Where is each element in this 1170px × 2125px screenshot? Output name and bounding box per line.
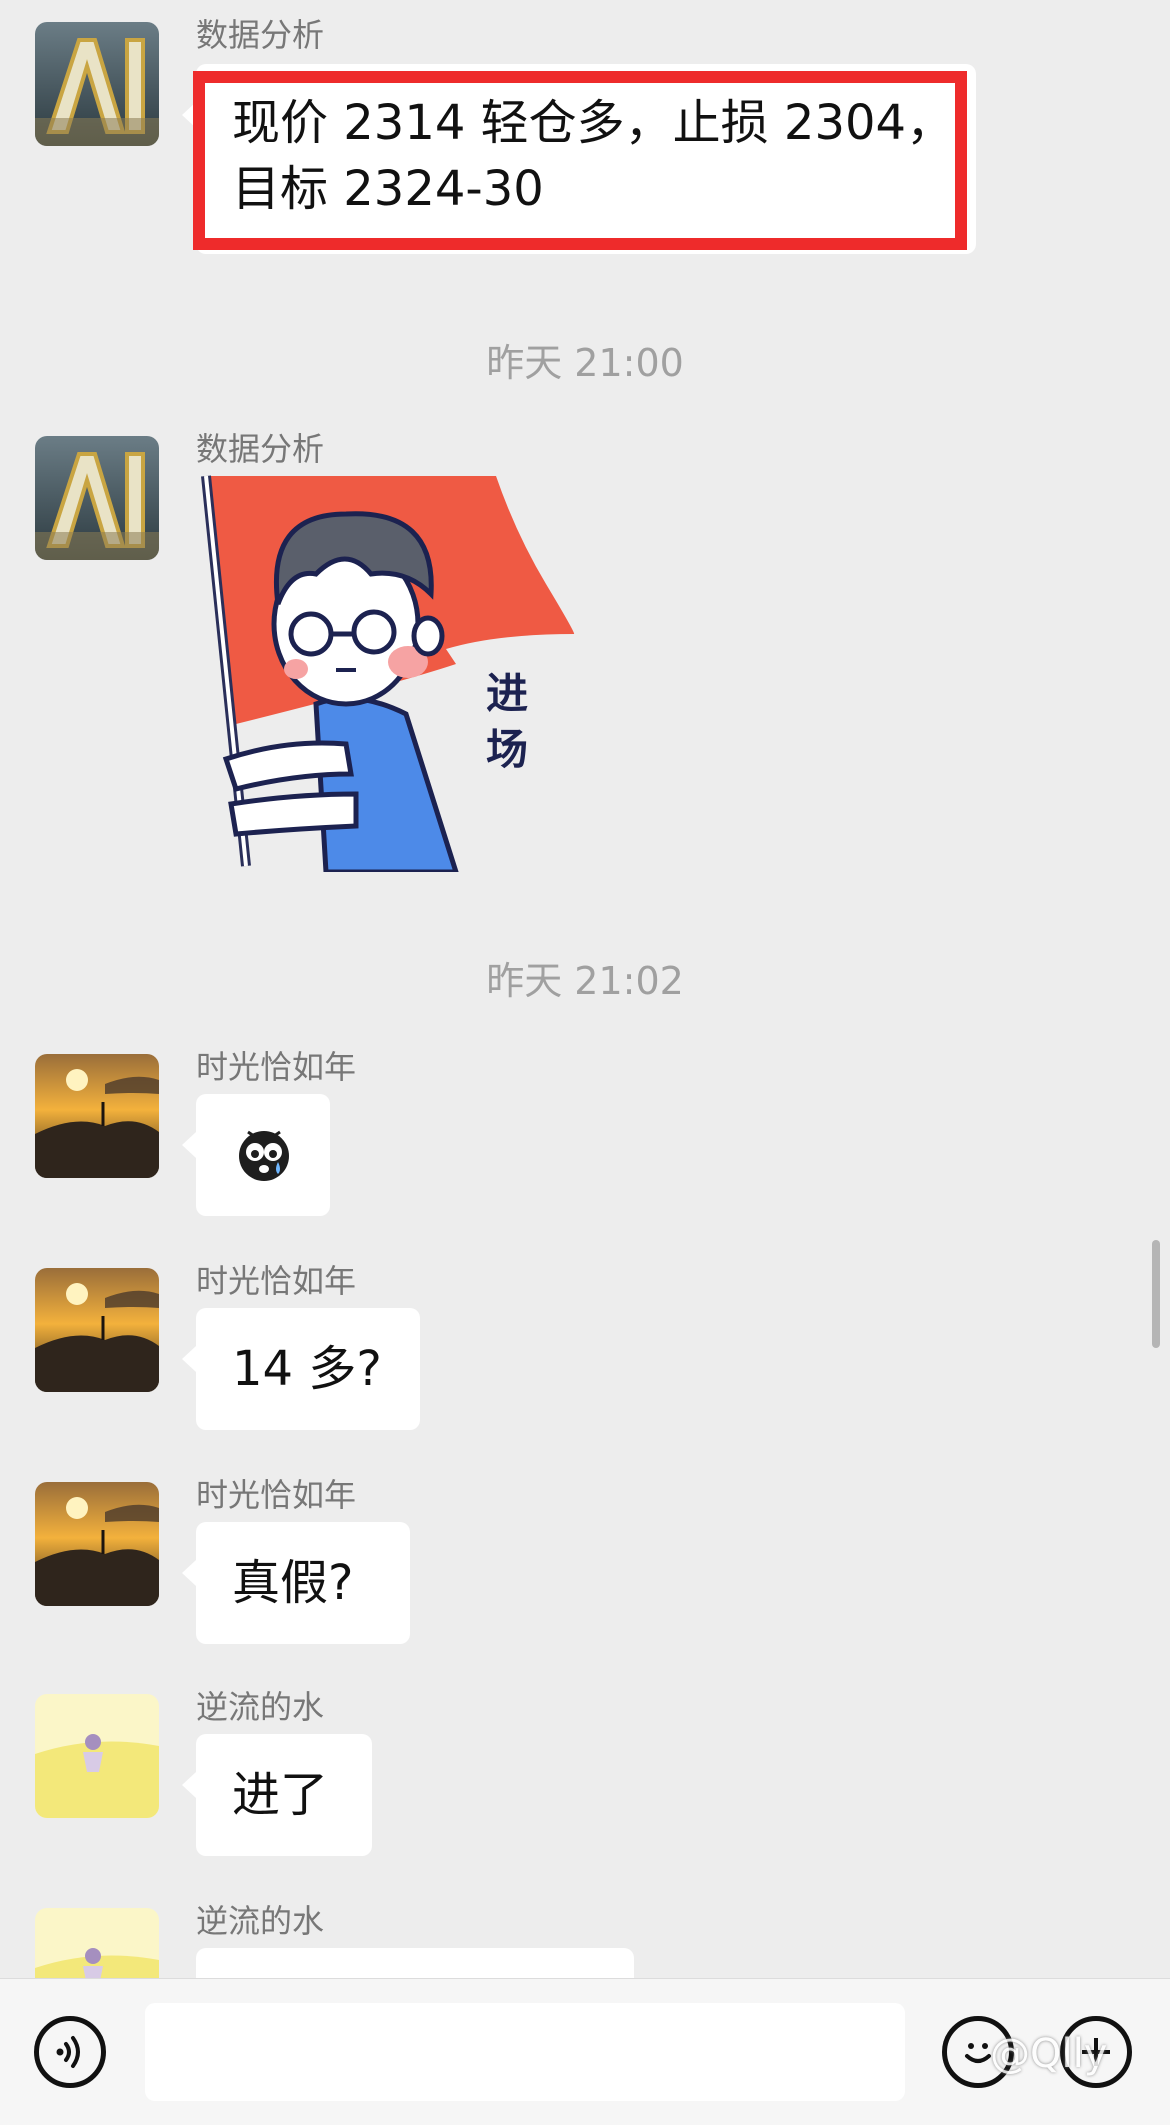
sunset-mountain-avatar-icon [35,1482,159,1606]
message-bubble[interactable]: 真假? [182,1522,410,1644]
chat-area[interactable]: 数据分析 现价 2314 轻仓多，止损 2304， 目标 2324-30 昨天 … [0,0,1170,1978]
sender-name: 时光恰如年 [196,1476,357,1514]
crying-face-icon [239,1130,289,1181]
voice-icon [56,2036,80,2068]
message-bubble[interactable] [196,1948,634,1978]
message-text: 真假? [232,1555,354,1611]
message-bubble[interactable]: 14 多? [182,1308,420,1430]
ai-logo-avatar-icon [35,436,159,560]
scrollbar[interactable] [1152,1240,1160,1348]
avatar[interactable] [35,1694,159,1818]
yellow-field-avatar-icon [35,1694,159,1818]
avatar[interactable] [35,1268,159,1392]
voice-button[interactable] [34,2016,106,2088]
message-text-line: 现价 2314 轻仓多，止损 2304， [232,95,955,151]
sender-name: 时光恰如年 [196,1048,357,1086]
message-bubble[interactable] [182,1094,330,1216]
timestamp: 昨天 21:02 [486,959,684,1003]
sticker-caption: 进场 [486,669,529,774]
watermark: @Qlly [990,2031,1108,2077]
message-bubble[interactable]: 现价 2314 轻仓多，止损 2304， 目标 2324-30 [182,64,976,254]
sender-name: 时光恰如年 [196,1262,357,1300]
avatar[interactable] [35,1482,159,1606]
ai-logo-avatar-icon [35,22,159,146]
message-input[interactable] [145,2003,905,2101]
sender-name: 逆流的水 [196,1688,325,1726]
avatar[interactable] [35,436,159,560]
avatar[interactable] [35,1054,159,1178]
yellow-field-avatar-icon [35,1908,159,1978]
message-text: 14 多? [232,1341,382,1397]
avatar[interactable] [35,1908,159,1978]
avatar[interactable] [35,22,159,146]
sunset-mountain-avatar-icon [35,1268,159,1392]
sender-name: 逆流的水 [196,1902,325,1940]
sender-name: 数据分析 [196,16,325,54]
message-text: 进了 [232,1767,329,1823]
sticker-image[interactable]: 进场 [196,474,576,875]
message-bubble[interactable]: 进了 [182,1734,372,1856]
input-bar: @Qlly [0,1978,1170,2125]
sender-name: 数据分析 [196,430,325,468]
sunset-mountain-avatar-icon [35,1054,159,1178]
message-text-line: 目标 2324-30 [232,161,544,217]
timestamp: 昨天 21:00 [486,341,684,385]
